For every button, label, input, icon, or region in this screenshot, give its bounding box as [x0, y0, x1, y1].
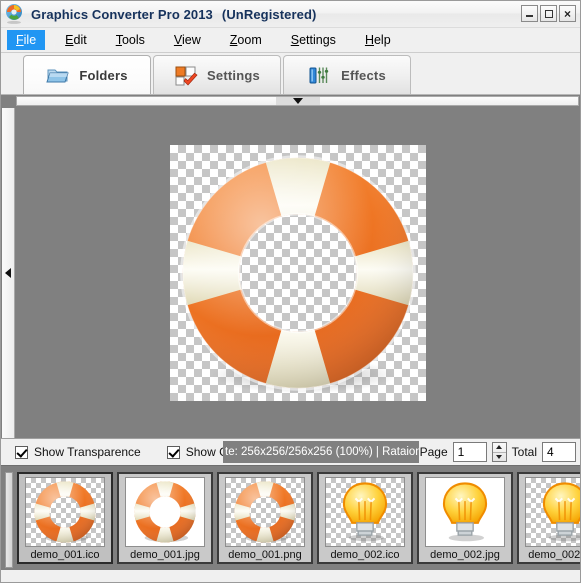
- lightbulb-icon: [442, 482, 488, 542]
- minimize-button[interactable]: [521, 5, 538, 22]
- preview-area: [1, 108, 580, 438]
- thumbnail-item-3[interactable]: demo_002.ico: [317, 472, 413, 564]
- lifebuoy-icon: [34, 481, 96, 543]
- thumbnail-image-0: [25, 477, 105, 547]
- thumbnail-image-2: [225, 477, 305, 547]
- tab-settings[interactable]: Settings: [153, 55, 281, 94]
- spinner-up-icon[interactable]: [493, 443, 506, 452]
- tab-label-effects: Effects: [341, 67, 386, 83]
- thumbnail-caption-4: demo_002.jpg: [430, 549, 500, 561]
- application-window: Graphics Converter Pro 2013 (UnRegistere…: [0, 0, 581, 583]
- menu-item-edit[interactable]: Edit: [56, 30, 96, 50]
- thumbnail-strip[interactable]: demo_001.ico demo_001.jpg demo_001.png d…: [1, 465, 580, 570]
- preview-top-splitter[interactable]: [1, 95, 580, 108]
- spinner-down-icon[interactable]: [492, 451, 506, 462]
- thumbnail-image-4: [425, 477, 505, 547]
- splitter-grip[interactable]: [275, 97, 320, 105]
- show-transparence-checkbox[interactable]: Show Transparence: [15, 445, 141, 459]
- app-logo-icon: [4, 3, 26, 25]
- close-button[interactable]: ×: [559, 5, 576, 22]
- window-controls: ×: [521, 5, 576, 22]
- chevron-left-icon[interactable]: [5, 268, 11, 278]
- sliders-icon: [308, 64, 332, 86]
- folder-icon: [46, 64, 70, 86]
- menu-item-tools[interactable]: Tools: [107, 30, 154, 50]
- status-bar: Show Transparence Show Grid te: 256x256/…: [1, 438, 580, 465]
- menu-bar: File Edit Tools View Zoom Settings Help: [1, 28, 580, 53]
- strip-left-edge: [5, 472, 13, 568]
- window-title: Graphics Converter Pro 2013: [31, 6, 213, 22]
- menu-item-file[interactable]: File: [7, 30, 46, 50]
- page-spinner[interactable]: [491, 442, 507, 462]
- menu-item-settings[interactable]: Settings: [282, 30, 345, 50]
- menu-item-view[interactable]: View: [165, 30, 210, 50]
- lightbulb-icon: [542, 482, 580, 542]
- thumbnail-item-1[interactable]: demo_001.jpg: [117, 472, 213, 564]
- thumbnail-item-4[interactable]: demo_002.jpg: [417, 472, 513, 564]
- tab-label-folders: Folders: [79, 67, 128, 83]
- page-navigation: Page 1 Total 4: [420, 441, 576, 463]
- thumbnail-caption-1: demo_001.jpg: [130, 549, 200, 561]
- lifebuoy-icon: [234, 481, 296, 543]
- page-label: Page: [419, 445, 448, 459]
- thumbnail-caption-5: demo_002.png: [528, 549, 580, 561]
- page-input[interactable]: 1: [452, 442, 487, 462]
- thumbnail-item-0[interactable]: demo_001.ico: [17, 472, 113, 564]
- tab-folders[interactable]: Folders: [23, 55, 151, 94]
- registration-status: (UnRegistered): [221, 6, 317, 22]
- menu-item-help[interactable]: Help: [356, 30, 400, 50]
- total-label: Total: [511, 445, 537, 459]
- show-transparence-label: Show Transparence: [34, 445, 141, 459]
- tab-label-settings: Settings: [207, 67, 260, 83]
- lifebuoy-icon: [134, 481, 196, 543]
- thumbnail-caption-3: demo_002.ico: [330, 549, 400, 561]
- thumbnail-caption-2: demo_001.png: [228, 549, 302, 561]
- thumbnail-image-1: [125, 477, 205, 547]
- checkbox-icon-transparence[interactable]: [15, 445, 28, 459]
- menu-item-zoom[interactable]: Zoom: [221, 30, 271, 50]
- thumbnail-image-3: [325, 477, 405, 547]
- chevron-down-icon[interactable]: [292, 98, 303, 104]
- tab-effects[interactable]: Effects: [283, 55, 411, 94]
- lightbulb-icon: [342, 482, 388, 542]
- maximize-button[interactable]: [540, 5, 557, 22]
- checkbox-icon-grid[interactable]: [166, 445, 180, 459]
- checkbox-icon: [174, 64, 198, 86]
- thumbnail-item-5[interactable]: demo_002.png: [517, 472, 580, 564]
- image-info-text: te: 256x256/256x256 (100%) | Rataion: Or…: [223, 441, 419, 463]
- total-value: 4: [542, 442, 576, 462]
- thumbnail-image-5: [525, 477, 580, 547]
- tab-strip: Folders Settings Effects: [1, 53, 580, 95]
- left-panel-collapse-handle[interactable]: [2, 108, 15, 438]
- thumbnail-caption-0: demo_001.ico: [30, 549, 100, 561]
- image-canvas[interactable]: [169, 145, 426, 401]
- thumbnail-item-2[interactable]: demo_001.png: [217, 472, 313, 564]
- title-bar: Graphics Converter Pro 2013 (UnRegistere…: [1, 1, 580, 28]
- splitter-bar[interactable]: [16, 96, 579, 106]
